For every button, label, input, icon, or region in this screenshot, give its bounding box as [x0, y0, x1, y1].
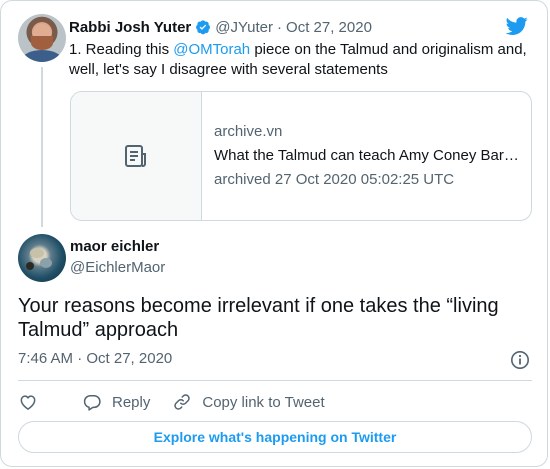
copy-link-button[interactable]: Copy link to Tweet	[172, 392, 325, 412]
tweet-text-start: 1. Reading this	[69, 41, 174, 58]
explore-button[interactable]: Explore what's happening on Twitter	[18, 421, 532, 453]
tweet-date[interactable]: Oct 27, 2020	[286, 19, 372, 36]
link-preview-card[interactable]: archive.vn What the Talmud can teach Amy…	[70, 91, 532, 221]
heart-icon	[20, 395, 36, 410]
tweet-embed-card: Rabbi Josh Yuter @JYuter · Oct 27, 2020 …	[0, 0, 548, 467]
copy-link-label: Copy link to Tweet	[202, 393, 325, 411]
link-domain: archive.vn	[214, 123, 283, 140]
reply-tweet-text: Your reasons become irrelevant if one ta…	[18, 295, 499, 341]
twitter-bird-icon[interactable]	[505, 15, 529, 37]
avatar[interactable]	[18, 234, 66, 282]
author-handle[interactable]: @JYuter	[215, 19, 273, 36]
author-name[interactable]: Rabbi Josh Yuter	[69, 19, 191, 36]
thread-connector	[41, 67, 43, 227]
reply-icon	[83, 395, 101, 411]
link-archived-date: archived 27 Oct 2020 05:02:25 UTC	[214, 171, 455, 188]
parent-tweet-text: 1. Reading this @OMTorah piece on the Ta…	[69, 40, 529, 80]
tweet-timestamp[interactable]: 7:46 AM · Oct 27, 2020	[18, 350, 172, 367]
link-title: What the Talmud can teach Amy Coney Bar…	[214, 147, 519, 164]
link-icon	[174, 394, 191, 410]
info-icon[interactable]	[510, 350, 530, 370]
document-icon	[125, 145, 146, 167]
link-thumbnail	[71, 92, 202, 220]
mention-link[interactable]: @OMTorah	[173, 41, 250, 58]
link-text: archive.vn What the Talmud can teach Amy…	[202, 92, 524, 220]
author-name[interactable]: maor eichler	[70, 238, 159, 255]
parent-tweet-header: Rabbi Josh Yuter @JYuter · Oct 27, 2020	[69, 17, 372, 37]
verified-badge-icon	[195, 19, 211, 35]
like-button[interactable]	[18, 392, 38, 412]
reply-button[interactable]: Reply	[82, 392, 150, 412]
reply-label: Reply	[112, 393, 151, 411]
separator-dot: ·	[277, 18, 283, 36]
divider	[18, 380, 532, 381]
action-bar: Reply Copy link to Tweet	[18, 390, 347, 414]
author-handle[interactable]: @EichlerMaor	[70, 259, 165, 276]
avatar[interactable]	[18, 14, 66, 62]
